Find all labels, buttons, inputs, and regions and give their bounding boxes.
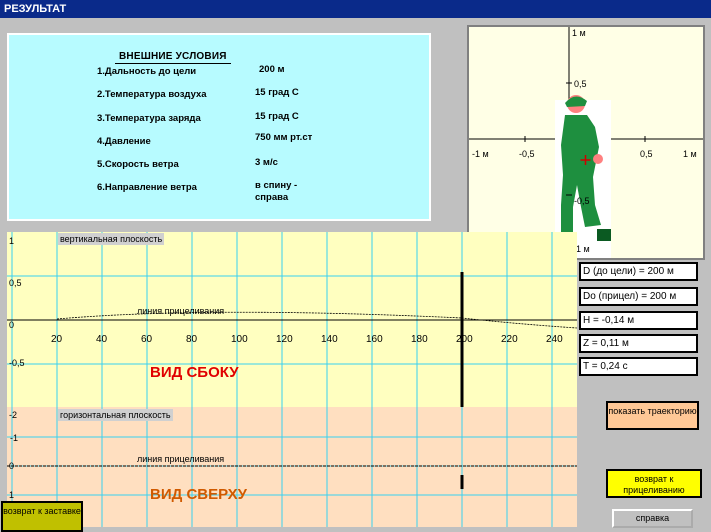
- back-to-splash-button[interactable]: возврат к заставке: [1, 501, 83, 532]
- side-x-tick: 100: [231, 334, 248, 345]
- result-lateral: Z = 0,11 м: [579, 334, 698, 353]
- top-y-tick: -2: [9, 410, 17, 420]
- condition-label-distance: 1.Дальность до цели: [97, 66, 197, 77]
- target-label-up-half: 0,5: [574, 79, 587, 89]
- top-y-tick: -1: [10, 433, 18, 443]
- condition-value-wind-speed: 3 м/с: [255, 157, 278, 168]
- top-y-tick: 1: [9, 490, 14, 500]
- side-view-panel: 20 40 60 80 100 120 140 160 180 200 220 240 1 0,5 0…: [7, 232, 577, 407]
- top-view-title: ВИД СВЕРХУ: [150, 486, 247, 503]
- target-label-left: -1 м: [472, 149, 489, 159]
- target-label-top: 1 м: [572, 28, 586, 38]
- side-y-tick: 0,5: [9, 278, 22, 288]
- condition-label-charge-temp: 3.Температура заряда: [97, 113, 201, 124]
- show-trajectory-button[interactable]: показать траекторию: [606, 401, 699, 430]
- result-height: H = -0,14 м: [579, 311, 698, 330]
- conditions-title: ВНЕШНИЕ УСЛОВИЯ: [115, 51, 231, 64]
- condition-label-air-temp: 2.Температура воздуха: [97, 89, 207, 100]
- soldier-hand: [593, 154, 603, 164]
- help-button[interactable]: справка: [612, 509, 693, 528]
- condition-value-charge-temp: 15 град С: [255, 111, 299, 122]
- side-x-tick: 20: [51, 334, 63, 345]
- target-panel: 1 м 1 м -1 м -1 м 0,5 0,5 -0,5 -0,5: [467, 25, 705, 260]
- conditions-panel: ВНЕШНИЕ УСЛОВИЯ 1.Дальность до цели 200 …: [7, 33, 431, 221]
- side-x-axis-labels: 20 40 60 80 100 120 140 160 180 200 220 240: [51, 334, 563, 345]
- condition-label-wind-speed: 5.Скорость ветра: [97, 159, 179, 170]
- condition-value-wind-direction: в спину - справа: [255, 180, 298, 203]
- side-view-title: ВИД СБОКУ: [150, 364, 239, 381]
- side-aim-line-label: линия прицеливания: [137, 306, 224, 316]
- top-plane-label: горизонтальная плоскость: [58, 409, 173, 421]
- condition-value-air-temp: 15 град С: [255, 87, 299, 98]
- side-y-tick: 1: [9, 236, 14, 246]
- target-label-right: 1 м: [683, 149, 697, 159]
- side-y-tick: 0: [9, 320, 14, 330]
- side-x-tick: 160: [366, 334, 383, 345]
- side-x-tick: 80: [186, 334, 198, 345]
- top-y-tick: 0: [9, 461, 14, 471]
- side-y-tick: -0,5: [9, 358, 25, 368]
- side-plane-label: вертикальная плоскость: [58, 233, 165, 245]
- result-time: T = 0,24 с: [579, 357, 698, 376]
- side-view-plot: 20 40 60 80 100 120 140 160 180 200 220 240 1 0,5 0…: [7, 232, 577, 407]
- target-label-left-half: -0,5: [519, 149, 535, 159]
- side-x-tick: 180: [411, 334, 428, 345]
- top-view-plot: -2 -1 0 1 линия прицеливания: [7, 407, 577, 527]
- condition-label-wind-direction: 6.Направление ветра: [97, 182, 197, 193]
- target-label-down-half: -0,5: [574, 196, 590, 206]
- side-x-tick: 120: [276, 334, 293, 345]
- target-label-right-half: 0,5: [640, 149, 653, 159]
- result-distance: D (до цели) = 200 м: [579, 262, 698, 281]
- side-x-tick: 40: [96, 334, 108, 345]
- top-view-grid: [7, 407, 577, 527]
- target-plot: 1 м 1 м -1 м -1 м 0,5 0,5 -0,5 -0,5: [469, 27, 703, 258]
- side-x-tick: 140: [321, 334, 338, 345]
- result-sight: Do (прицел) = 200 м: [579, 287, 698, 306]
- condition-label-pressure: 4.Давление: [97, 136, 151, 147]
- side-x-tick: 60: [141, 334, 153, 345]
- side-x-tick: 200: [456, 334, 473, 345]
- side-x-tick: 240: [546, 334, 563, 345]
- top-view-panel: -2 -1 0 1 линия прицеливания горизонталь…: [7, 407, 577, 527]
- soldier-boot-right: [597, 229, 611, 241]
- soldier-helmet: [565, 96, 587, 107]
- back-to-aim-button[interactable]: возврат к прицеливанию: [606, 469, 702, 498]
- window-title: РЕЗУЛЬТАТ: [0, 0, 711, 18]
- top-aim-line-label: линия прицеливания: [137, 454, 224, 464]
- condition-value-pressure: 750 мм рт.ст: [255, 132, 313, 143]
- condition-value-distance: 200 м: [259, 64, 285, 75]
- side-x-tick: 220: [501, 334, 518, 345]
